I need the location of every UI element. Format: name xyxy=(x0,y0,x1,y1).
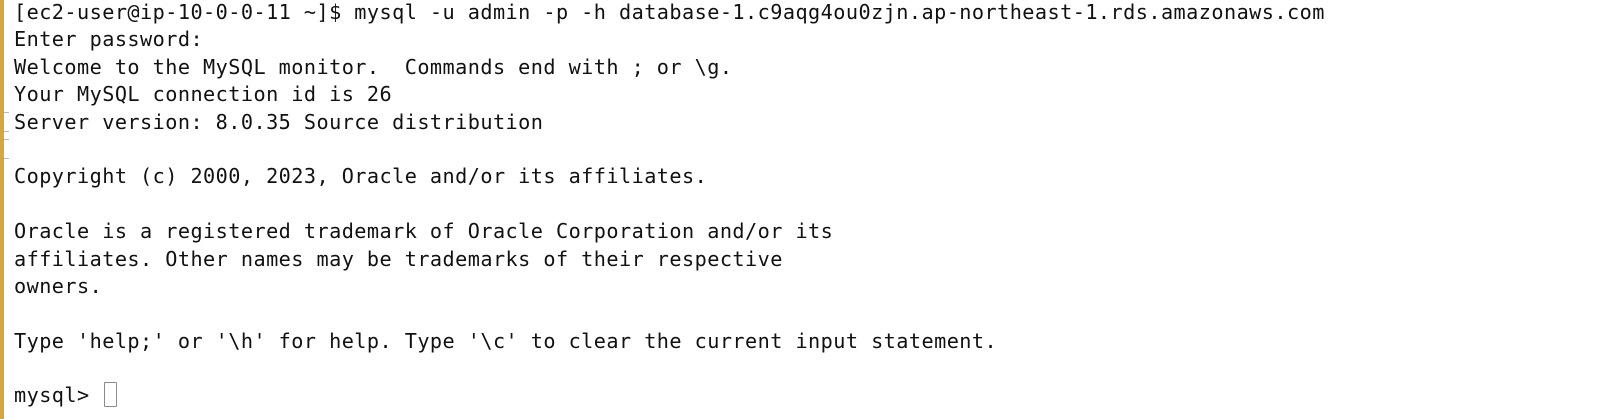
terminal-line: Enter password: xyxy=(14,27,204,52)
line-mark xyxy=(4,111,9,132)
terminal-line-marked: Server version: 8.0.35 Source distributi… xyxy=(4,109,1325,136)
terminal-output: [ec2-user@ip-10-0-0-11 ~]$ mysql -u admi… xyxy=(4,0,1325,410)
terminal-line: Oracle is a registered trademark of Orac… xyxy=(14,219,834,244)
text-cursor[interactable] xyxy=(104,382,118,408)
terminal-window[interactable]: [ec2-user@ip-10-0-0-11 ~]$ mysql -u admi… xyxy=(4,0,1606,419)
line-mark xyxy=(4,138,9,159)
terminal-line-text: Server version: 8.0.35 Source distributi… xyxy=(14,109,544,134)
terminal-line: owners. xyxy=(14,273,103,298)
terminal-line: affiliates. Other names may be trademark… xyxy=(14,246,783,271)
terminal-line: Type 'help;' or '\h' for help. Type '\c'… xyxy=(14,328,998,353)
terminal-line: Your MySQL connection id is 26 xyxy=(14,82,393,107)
terminal-line-marked xyxy=(4,136,1325,163)
terminal-line: Copyright (c) 2000, 2023, Oracle and/or … xyxy=(14,164,708,189)
terminal-line: Welcome to the MySQL monitor. Commands e… xyxy=(14,54,733,79)
terminal-line: [ec2-user@ip-10-0-0-11 ~]$ mysql -u admi… xyxy=(14,0,1325,24)
prompt-line[interactable]: mysql> xyxy=(14,382,1325,409)
mysql-prompt: mysql> xyxy=(14,383,103,408)
